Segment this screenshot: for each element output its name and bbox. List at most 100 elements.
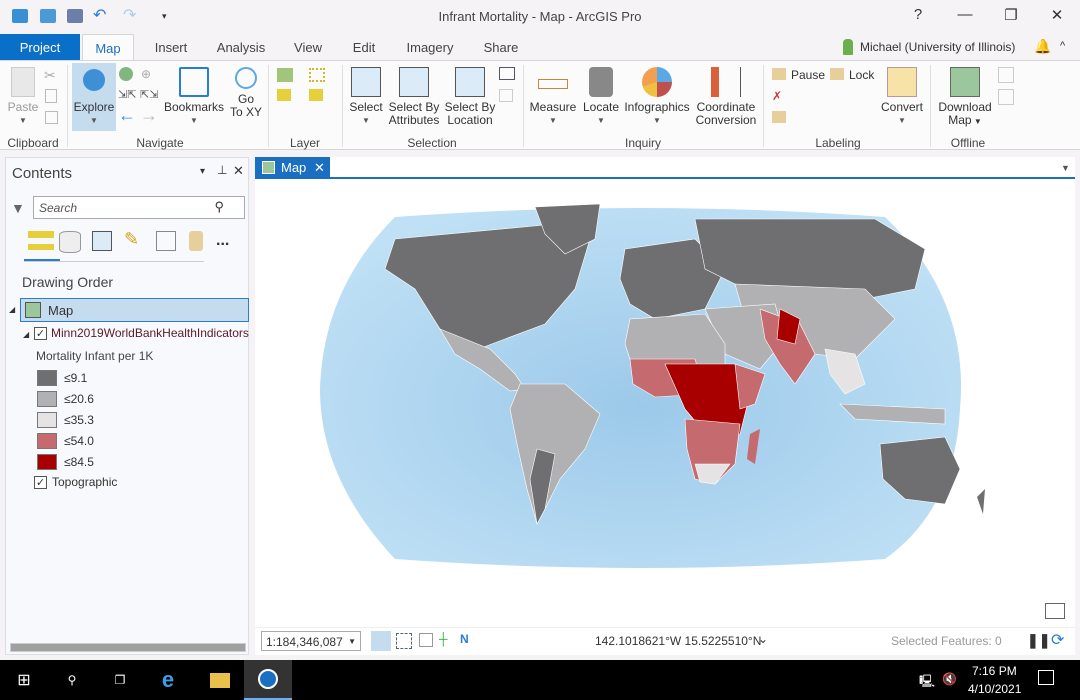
go-to-xy-button[interactable]: Go To XY	[228, 67, 264, 119]
expand-map-icon[interactable]: ◢	[9, 305, 15, 314]
basemap-visibility-checkbox[interactable]: ✓	[34, 476, 47, 489]
filter-icon[interactable]: ▼	[11, 200, 25, 216]
restore-button[interactable]: ❐	[996, 6, 1026, 24]
tab-share[interactable]: Share	[473, 34, 529, 61]
tab-project[interactable]: Project	[0, 34, 80, 61]
previous-extent-icon[interactable]: ←	[118, 105, 136, 126]
sync-offline-icon[interactable]	[998, 67, 1014, 83]
horizontal-scrollbar[interactable]	[10, 643, 246, 652]
basemap-icon[interactable]	[309, 68, 325, 82]
legend-swatch[interactable]	[37, 433, 57, 449]
tab-edit[interactable]: Edit	[340, 34, 388, 61]
list-by-editing-icon[interactable]: ✎	[124, 229, 139, 250]
bookmarks-button[interactable]: Bookmarks ▼	[162, 67, 226, 127]
zoom-to-selection-icon[interactable]: ⊕	[141, 67, 151, 81]
layer-visibility-checkbox[interactable]: ✓	[34, 327, 47, 340]
map-overview-icon[interactable]	[1045, 603, 1065, 619]
fixed-zoom-out-icon[interactable]: ⇱⇲	[140, 88, 158, 101]
volume-muted-icon[interactable]: 🔇	[942, 672, 957, 686]
legend-swatch[interactable]	[37, 454, 57, 470]
basemap-name[interactable]: Topographic	[52, 475, 117, 489]
task-view-button[interactable]: ❐	[96, 660, 144, 700]
search-icon[interactable]: ⚲	[214, 199, 224, 215]
internet-explorer-button[interactable]: e	[144, 660, 192, 700]
close-button[interactable]: ✕	[1042, 6, 1072, 24]
label-options-icon[interactable]	[772, 111, 786, 123]
scale-selector[interactable]: 1:184,346,087 ▼	[261, 631, 361, 651]
help-button[interactable]: ?	[903, 6, 933, 23]
tab-view[interactable]: View	[284, 34, 332, 61]
add-graphics-layer-icon[interactable]	[277, 89, 291, 101]
coordinate-format-icon[interactable]: ⌄	[758, 632, 768, 646]
pane-options-icon[interactable]: ▾	[200, 166, 205, 177]
grid-icon[interactable]	[419, 633, 433, 647]
measure-button[interactable]: Measure ▼	[528, 67, 578, 127]
pause-labeling-button[interactable]: Pause	[791, 68, 825, 82]
coordinate-conversion-button[interactable]: Coordinate Conversion	[694, 67, 758, 127]
north-arrow-icon[interactable]: N	[460, 632, 469, 646]
arcgis-pro-button[interactable]	[244, 660, 292, 700]
tab-map-view[interactable]: Map ✕	[255, 157, 330, 178]
legend-swatch[interactable]	[37, 412, 57, 428]
copy-path-icon[interactable]	[45, 111, 58, 124]
expand-layer-icon[interactable]: ◢	[23, 330, 29, 339]
list-by-selection-icon[interactable]	[92, 231, 112, 251]
cut-icon[interactable]: ✂	[44, 67, 56, 84]
tab-map[interactable]: Map	[82, 34, 134, 62]
pause-drawing-icon[interactable]: ❚❚	[1027, 632, 1050, 649]
copy-icon[interactable]	[45, 89, 57, 103]
tab-imagery[interactable]: Imagery	[397, 34, 463, 61]
list-by-drawing-order-icon[interactable]	[28, 231, 54, 255]
refresh-icon[interactable]: ⟳	[1051, 630, 1064, 650]
minimize-button[interactable]: —	[950, 6, 980, 23]
clock-date[interactable]: 4/10/2021	[968, 682, 1021, 696]
close-map-tab-icon[interactable]: ✕	[314, 157, 325, 178]
fixed-zoom-in-icon[interactable]: ⇲⇱	[118, 88, 136, 101]
paste-button[interactable]: Paste ▼	[5, 67, 41, 127]
legend-swatch[interactable]	[37, 370, 57, 386]
search-taskbar-button[interactable]: ⚲	[48, 660, 96, 700]
list-by-snapping-icon[interactable]	[156, 231, 176, 251]
delete-labels-icon[interactable]: ✗	[772, 89, 782, 103]
select-by-location-button[interactable]: Select By Location	[443, 67, 497, 127]
convert-button[interactable]: Convert ▼	[876, 67, 928, 127]
download-map-button[interactable]: Download Map ▼	[934, 67, 996, 128]
network-icon[interactable]: 🖳	[919, 672, 935, 693]
tab-insert[interactable]: Insert	[143, 34, 199, 61]
add-preset-icon[interactable]	[309, 89, 323, 101]
tab-analysis[interactable]: Analysis	[207, 34, 275, 61]
constraints-icon[interactable]: ┼	[439, 632, 448, 646]
pin-icon[interactable]: ⊥	[217, 163, 227, 177]
grid-snap-icon[interactable]	[396, 633, 412, 649]
start-button[interactable]: ⊞	[0, 660, 48, 700]
user-name[interactable]: Michael (University of Illinois)	[860, 40, 1015, 54]
snapping-icon[interactable]	[371, 631, 391, 651]
map-canvas[interactable]	[255, 179, 1075, 627]
full-extent-icon[interactable]	[119, 67, 133, 81]
tree-item-map[interactable]: Map	[20, 298, 249, 322]
remove-offline-icon[interactable]	[998, 89, 1014, 105]
clear-selection-icon[interactable]	[499, 89, 513, 102]
next-extent-icon[interactable]: →	[140, 105, 158, 126]
search-input[interactable]: Search ⚲	[33, 196, 245, 219]
file-explorer-button[interactable]	[196, 660, 244, 700]
locate-button[interactable]: Locate ▼	[580, 67, 622, 127]
collapse-ribbon-icon[interactable]: ^	[1060, 40, 1065, 52]
add-data-icon[interactable]	[277, 68, 293, 82]
list-by-labeling-icon[interactable]	[189, 231, 203, 251]
infographics-button[interactable]: Infographics ▼	[622, 67, 692, 127]
attributes-table-icon[interactable]	[499, 67, 515, 80]
select-button[interactable]: Select ▼	[346, 67, 386, 127]
close-pane-icon[interactable]: ✕	[233, 163, 244, 179]
explore-button[interactable]: Explore ▼	[72, 63, 116, 131]
clock-time[interactable]: 7:16 PM	[972, 664, 1017, 678]
notification-bell-icon[interactable]: 🔔	[1034, 38, 1051, 55]
lock-labeling-button[interactable]: Lock	[849, 68, 874, 82]
more-options-icon[interactable]: ...	[216, 232, 229, 250]
action-center-icon[interactable]	[1038, 670, 1054, 685]
tab-list-icon[interactable]: ▼	[1061, 163, 1070, 173]
legend-swatch[interactable]	[37, 391, 57, 407]
selected-features-count[interactable]: Selected Features: 0	[891, 634, 1002, 648]
select-by-attributes-button[interactable]: Select By Attributes	[386, 67, 442, 127]
layer-name[interactable]: Minn2019WorldBankHealthIndicators	[51, 326, 249, 340]
